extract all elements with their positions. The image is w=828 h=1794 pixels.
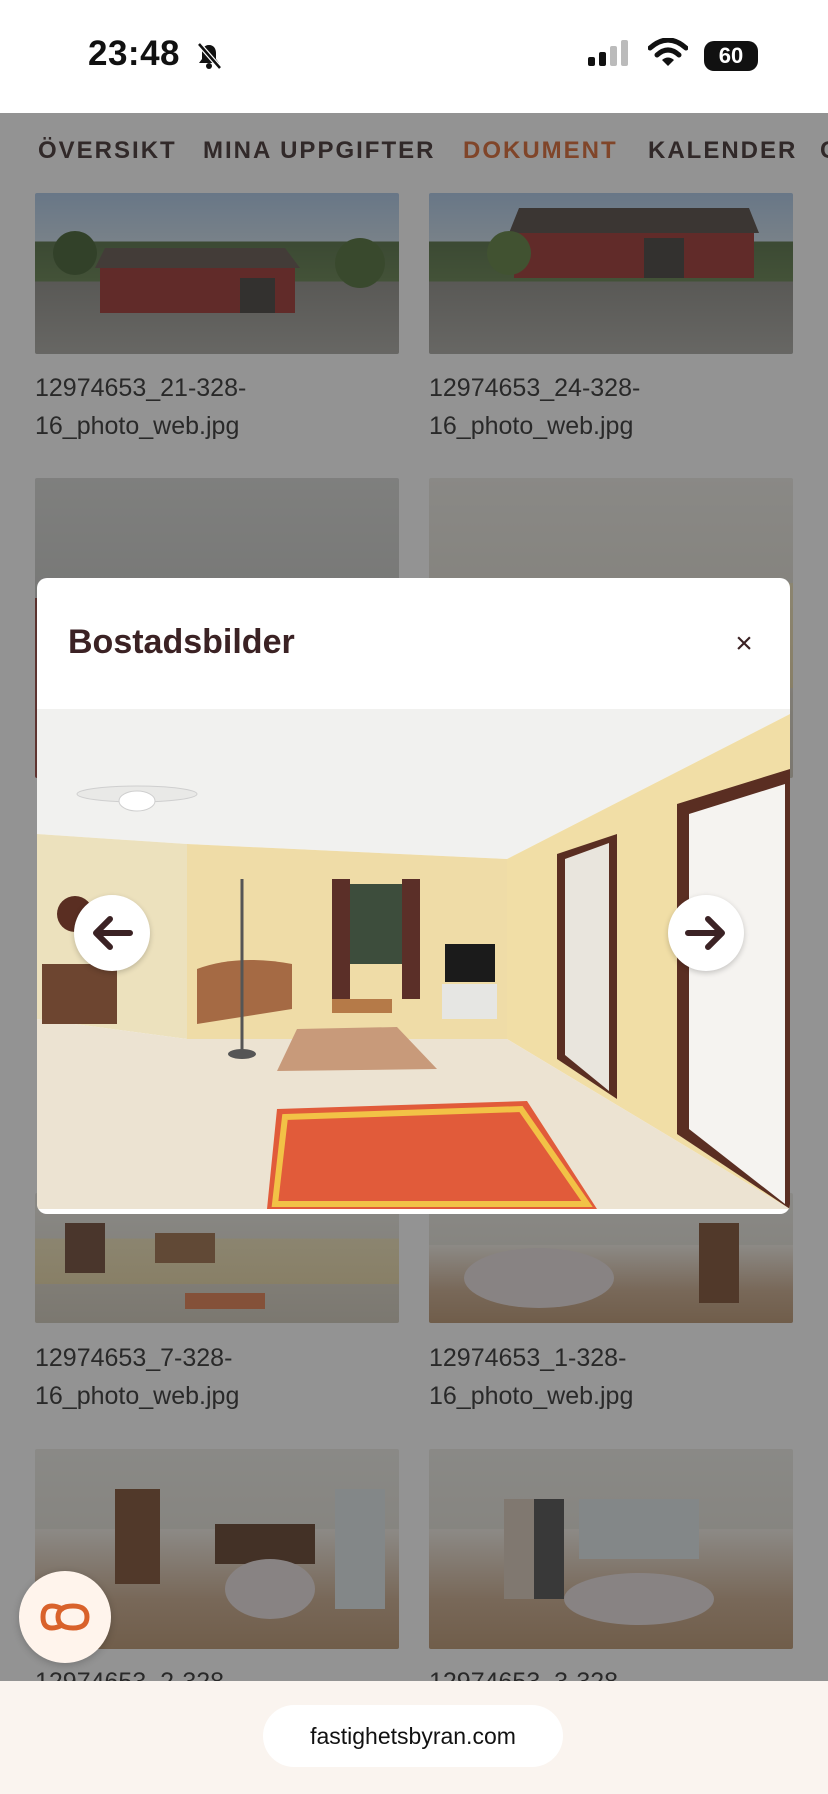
browser-bottom-bar: fastighetsbyran.com: [0, 1681, 828, 1794]
arrow-right-icon: [685, 916, 725, 950]
photo-modal: Bostadsbilder ×: [37, 578, 790, 1214]
arrow-left-icon: [93, 916, 133, 950]
battery-icon: 60: [704, 40, 758, 71]
previous-image-button[interactable]: [74, 895, 150, 971]
close-button[interactable]: ×: [724, 624, 764, 664]
status-icons: 60: [588, 37, 758, 73]
signal-icon: [588, 39, 632, 72]
modal-title: Bostadsbilder: [68, 623, 295, 661]
next-image-button[interactable]: [668, 895, 744, 971]
modal-photo: [37, 709, 790, 1209]
wifi-icon: [647, 37, 689, 73]
close-icon: ×: [735, 627, 753, 660]
url-field[interactable]: fastighetsbyran.com: [263, 1705, 563, 1767]
brand-logo-icon: [40, 1603, 90, 1631]
status-time: 23:48: [88, 34, 181, 73]
status-bar: 23:48 60: [0, 0, 828, 113]
chat-button[interactable]: [19, 1571, 111, 1663]
bell-slash-icon: [196, 42, 222, 75]
